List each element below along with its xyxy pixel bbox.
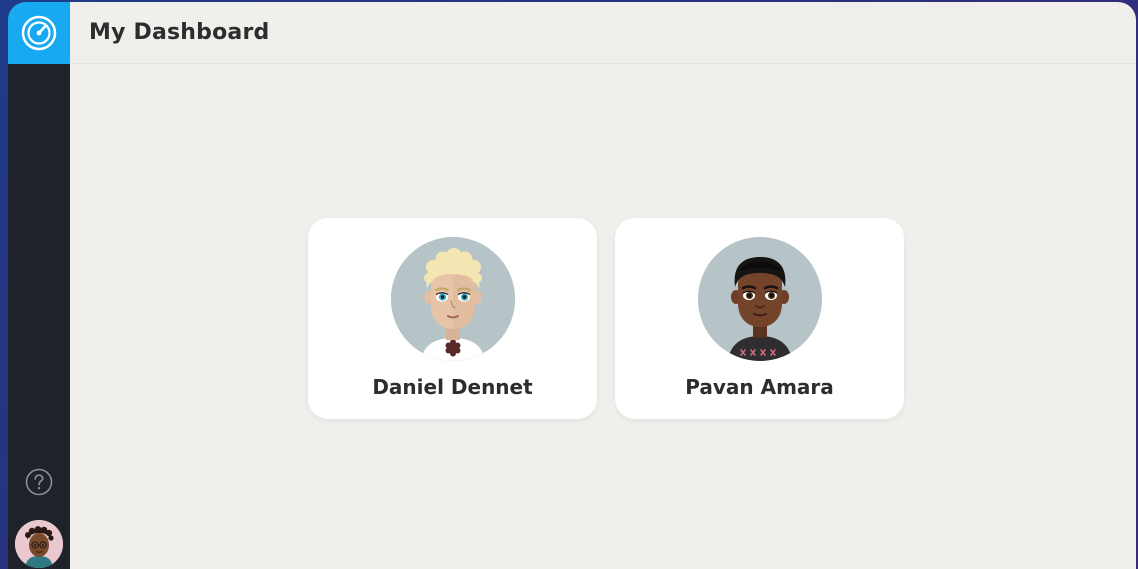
user-avatar-icon bbox=[15, 520, 63, 568]
student-card-pavan-amara[interactable]: Pavan Amara bbox=[615, 218, 904, 419]
dark-haired-boy-avatar-icon bbox=[697, 237, 822, 361]
user-avatar[interactable] bbox=[15, 520, 63, 568]
student-card-daniel-dennet[interactable]: Daniel Dennet bbox=[308, 218, 597, 419]
student-avatar bbox=[697, 237, 822, 361]
dashboard-content: Daniel Dennet Pavan Amara bbox=[70, 64, 1136, 569]
dashboard-logo-button[interactable] bbox=[8, 2, 70, 64]
help-button[interactable] bbox=[25, 468, 53, 496]
student-avatar bbox=[390, 237, 515, 361]
sidebar bbox=[8, 2, 70, 569]
main-area: My Dashboard Daniel Dennet Pavan Amara bbox=[70, 2, 1136, 569]
app-window: My Dashboard Daniel Dennet Pavan Amara bbox=[8, 2, 1136, 569]
blond-boy-avatar-icon bbox=[390, 237, 515, 361]
help-circle-icon bbox=[25, 468, 53, 496]
speedometer-icon bbox=[21, 15, 57, 51]
student-name: Daniel Dennet bbox=[372, 375, 533, 399]
student-name: Pavan Amara bbox=[685, 375, 834, 399]
page-title: My Dashboard bbox=[89, 20, 270, 45]
top-bar: My Dashboard bbox=[70, 2, 1136, 64]
student-cards: Daniel Dennet Pavan Amara bbox=[308, 218, 904, 419]
